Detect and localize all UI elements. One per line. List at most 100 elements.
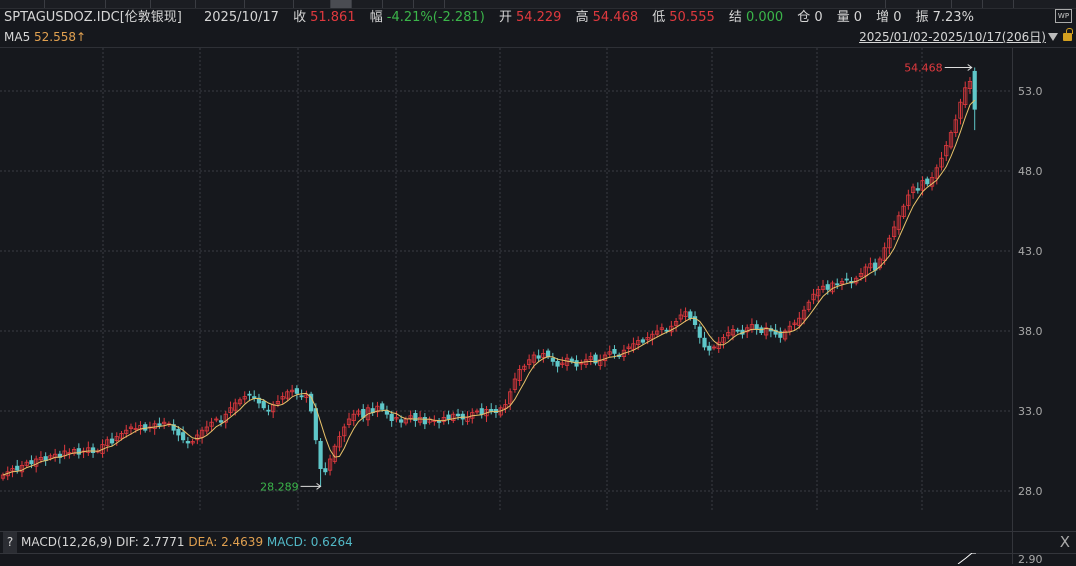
toolbar-tab[interactable] bbox=[830, 0, 886, 8]
ma-value: 52.558↑ bbox=[34, 30, 87, 44]
candle-body bbox=[252, 396, 257, 399]
candle-body bbox=[455, 413, 461, 417]
toolbar-tab[interactable] bbox=[245, 0, 294, 8]
candle-body bbox=[915, 188, 920, 191]
candle-body bbox=[754, 324, 759, 330]
toolbar-tab[interactable] bbox=[983, 0, 1014, 8]
macd-title: MACD(12,26,9) bbox=[21, 535, 113, 549]
candle-body bbox=[413, 412, 418, 421]
high-value: 54.468 bbox=[592, 10, 639, 25]
candle-body bbox=[323, 468, 328, 473]
y-tick-label: 33.0 bbox=[1018, 405, 1043, 418]
candle-body bbox=[143, 424, 148, 431]
high-label: 高 bbox=[575, 10, 589, 25]
amplitude-label: 振 bbox=[915, 10, 929, 25]
toolbar-tab[interactable] bbox=[106, 0, 151, 8]
candle-body bbox=[446, 414, 451, 420]
candle-body bbox=[261, 400, 266, 409]
min-price-label: 28.289 bbox=[260, 480, 299, 493]
y-tick-label: 43.0 bbox=[1018, 245, 1043, 258]
macd-dif-line bbox=[957, 553, 976, 564]
change-label: 幅 bbox=[369, 10, 383, 25]
candle-body bbox=[109, 438, 115, 444]
candle-body bbox=[176, 428, 181, 436]
candle-body bbox=[555, 360, 560, 367]
candle-body bbox=[735, 329, 740, 332]
symbol-name: SPTAGUSDOZ.IDC[伦敦银现] bbox=[4, 10, 182, 25]
toolbar-tab[interactable] bbox=[151, 0, 196, 8]
change-value: -4.21%(-2.281) bbox=[386, 10, 485, 25]
close-icon[interactable]: X bbox=[1060, 532, 1070, 553]
candle-body bbox=[218, 420, 224, 423]
low-value: 50.555 bbox=[669, 10, 715, 25]
candle-body bbox=[835, 283, 840, 286]
volume-label: 量 bbox=[836, 10, 850, 25]
y-tick-label: 48.0 bbox=[1018, 165, 1043, 178]
wp-icon[interactable]: WP bbox=[1055, 9, 1072, 23]
ma-label: MA5 bbox=[4, 30, 31, 44]
open-value: 54.229 bbox=[515, 10, 562, 25]
candle-body bbox=[422, 416, 427, 425]
candle-body bbox=[489, 408, 494, 412]
candle-body bbox=[569, 358, 574, 362]
candle-body bbox=[384, 410, 390, 415]
candle-body bbox=[697, 326, 702, 338]
date-range-selector[interactable]: 2025/01/02-2025/10/17(206日) bbox=[859, 29, 1046, 45]
candle-body bbox=[399, 419, 404, 423]
candle-body bbox=[825, 284, 830, 290]
candle-body bbox=[536, 355, 541, 359]
candle-body bbox=[612, 348, 617, 354]
candle-body bbox=[925, 178, 930, 185]
macd-panel bbox=[957, 553, 976, 564]
close-value: 51.861 bbox=[310, 10, 356, 25]
toolbar-tab[interactable] bbox=[352, 0, 383, 8]
candle-body bbox=[550, 357, 555, 362]
candle-body bbox=[29, 460, 34, 465]
amplitude-value: 7.23% bbox=[932, 10, 974, 25]
candle-body bbox=[266, 409, 271, 412]
candle-body bbox=[389, 413, 394, 422]
toolbar-tab-daily[interactable] bbox=[331, 0, 352, 8]
y-tick-label: 38.0 bbox=[1018, 325, 1043, 338]
candle-body bbox=[247, 393, 252, 396]
macd-header: ? MACD(12,26,9) DIF: 2.7771 DEA: 2.4639 M… bbox=[0, 531, 1076, 554]
oi-label: 仓 bbox=[797, 10, 811, 25]
increase-value: 0 bbox=[893, 10, 902, 25]
price-axis-divider bbox=[1012, 48, 1013, 564]
unlock-icon[interactable] bbox=[1063, 28, 1073, 41]
candle-body bbox=[318, 440, 323, 469]
close-label: 收 bbox=[293, 10, 307, 25]
toolbar-tab[interactable] bbox=[196, 0, 245, 8]
volume-value: 0 bbox=[853, 10, 863, 25]
candle-body bbox=[299, 395, 304, 398]
macd-axis-tick: 2.90 bbox=[1018, 553, 1043, 566]
macd-dea: DEA: 2.4639 bbox=[188, 535, 264, 549]
quote-date: 2025/10/17 bbox=[204, 10, 279, 25]
y-tick-label: 28.0 bbox=[1018, 485, 1043, 498]
candle-body bbox=[640, 339, 646, 343]
candle-body bbox=[185, 440, 190, 444]
max-price-label: 54.468 bbox=[904, 62, 943, 75]
toolbar-tab[interactable] bbox=[383, 0, 414, 8]
increase-label: 增 bbox=[876, 10, 890, 25]
candle-body bbox=[436, 420, 442, 423]
open-label: 开 bbox=[498, 10, 512, 25]
macd-dif: DIF: 2.7771 bbox=[115, 535, 185, 549]
candle-body bbox=[972, 70, 977, 110]
toolbar-tab[interactable] bbox=[294, 0, 331, 8]
toolbar-tab[interactable] bbox=[952, 0, 983, 8]
toolbar-tab[interactable] bbox=[886, 0, 952, 8]
oi-value: 0 bbox=[814, 10, 823, 25]
candle-body bbox=[15, 465, 20, 471]
y-tick-label: 53.0 bbox=[1018, 85, 1043, 98]
toolbar-tab-more[interactable] bbox=[414, 0, 445, 8]
candle-body bbox=[181, 432, 186, 441]
candle-body bbox=[479, 408, 484, 415]
help-button[interactable]: ? bbox=[3, 532, 17, 553]
toolbar-tab[interactable] bbox=[0, 0, 45, 8]
candle-body bbox=[702, 337, 707, 348]
triangle-down-icon[interactable] bbox=[1048, 33, 1058, 41]
toolbar-tab[interactable] bbox=[45, 0, 106, 8]
candlestick-chart[interactable]: 28.0 33.0 38.0 43.0 48.0 53.0 54.468 28.289 bbox=[0, 48, 1076, 510]
macd-value: MACD: 0.6264 bbox=[266, 535, 353, 549]
